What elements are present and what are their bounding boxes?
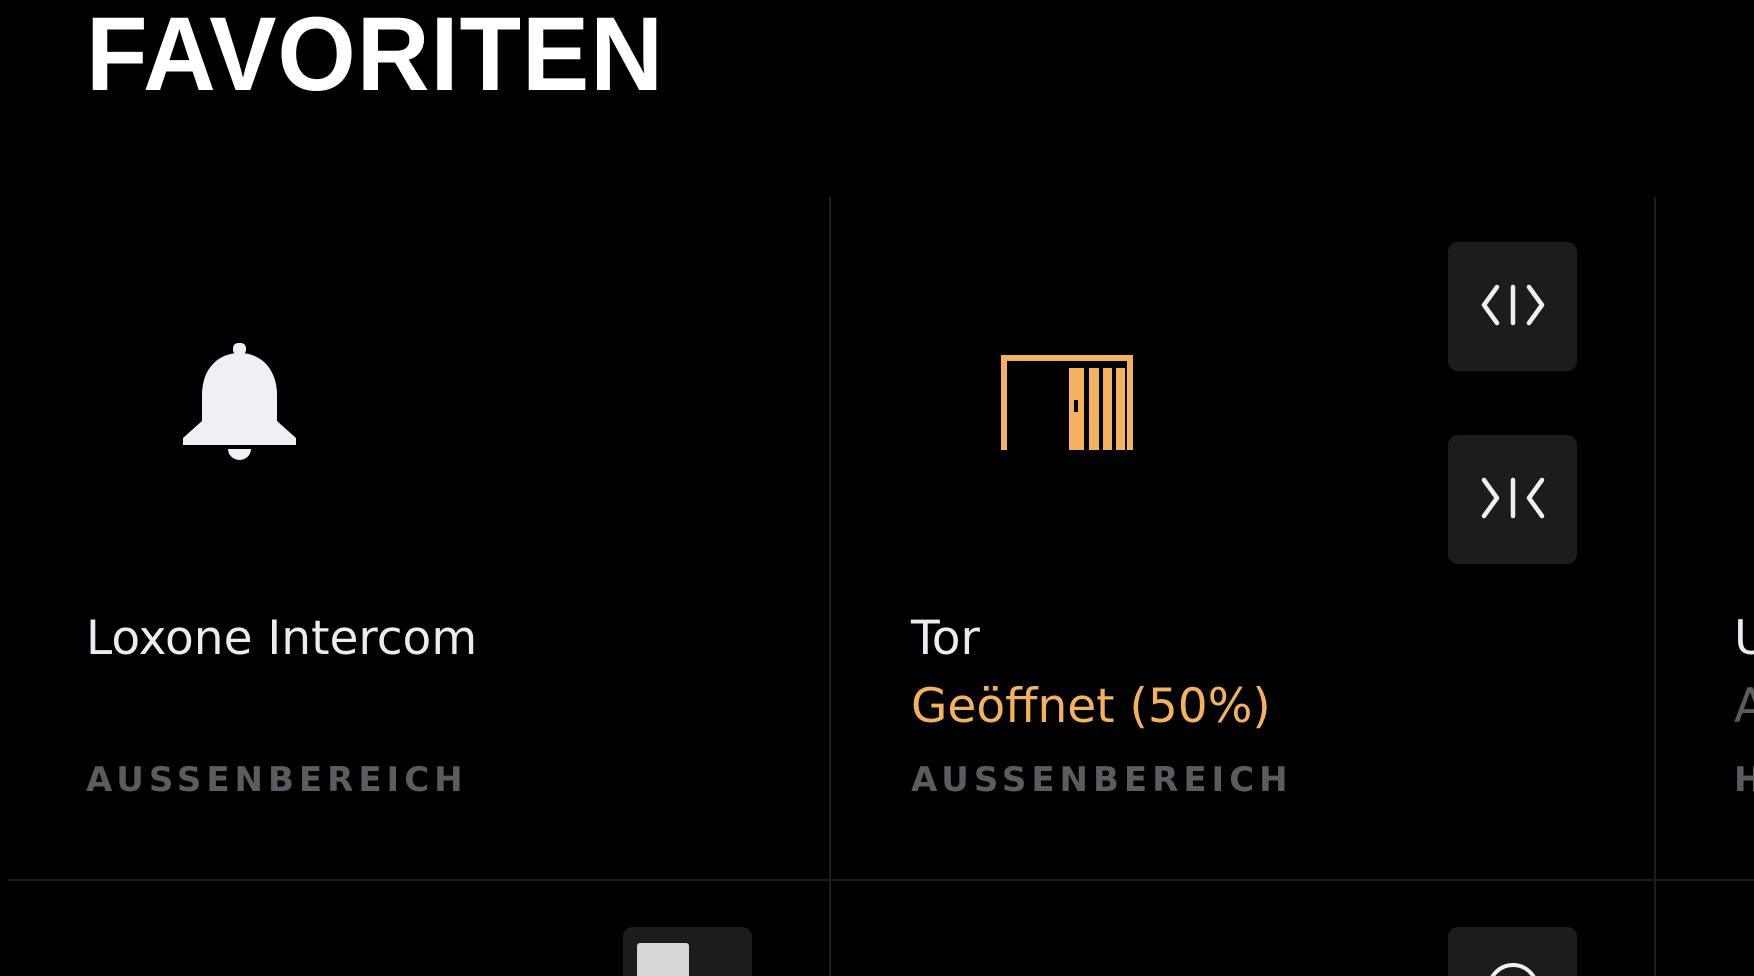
open-gate-icon (1481, 283, 1545, 331)
tile-status: Geöffnet (50%) (911, 679, 1271, 734)
gate-icon (999, 353, 1135, 450)
close-gate-button[interactable] (1448, 435, 1577, 564)
close-gate-icon (1481, 476, 1545, 524)
tile-room: AUSSENBEREICH (86, 760, 468, 800)
bottom-tile-button[interactable] (1448, 927, 1577, 976)
bell-icon (182, 343, 297, 463)
open-gate-button[interactable] (1448, 242, 1577, 371)
tile-room: AUSSENBEREICH (911, 760, 1293, 800)
tile-status: A (1734, 679, 1754, 734)
tile-partial[interactable]: U A H (1656, 197, 1754, 879)
tile-gate[interactable]: Tor Geöffnet (50%) AUSSENBEREICH (831, 197, 1654, 879)
tile-name: Loxone Intercom (86, 611, 478, 666)
circle-icon (1483, 959, 1543, 976)
page-title: FAVORITEN (86, 0, 665, 113)
favorites-screen: FAVORITEN Loxone Intercom AUSSENBEREICH (0, 0, 1754, 976)
tile-room: H (1734, 760, 1754, 800)
tile-name: Tor (911, 611, 980, 666)
switch-button[interactable] (623, 927, 752, 976)
switch-icon (637, 943, 689, 976)
grid-divider (8, 879, 1754, 881)
tile-name: U (1734, 611, 1754, 666)
tile-intercom[interactable]: Loxone Intercom AUSSENBEREICH (0, 197, 829, 879)
